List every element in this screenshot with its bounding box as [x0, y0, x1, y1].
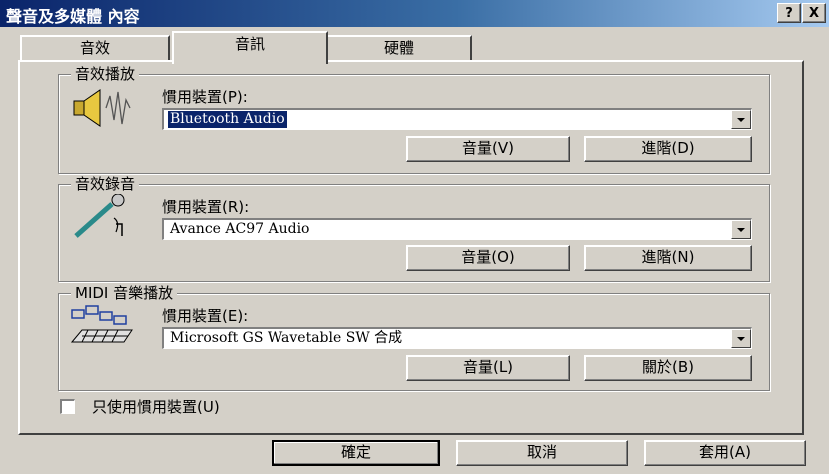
close-button[interactable]: X — [802, 3, 826, 23]
cancel-button[interactable]: 取消 — [456, 440, 628, 466]
recording-device-select[interactable]: Avance AC97 Audio — [162, 218, 752, 240]
window-title: 聲音及多媒體 內容 — [6, 7, 140, 26]
tab-sound-effects[interactable]: 音效 — [20, 35, 170, 60]
chevron-down-icon[interactable] — [731, 110, 751, 129]
recording-device-label: 慣用裝置(R): — [162, 198, 250, 216]
midi-playback-legend: MIDI 音樂播放 — [71, 284, 178, 302]
midi-device-label: 慣用裝置(E): — [162, 307, 249, 325]
midi-volume-button[interactable]: 音量(L) — [406, 355, 570, 381]
midi-keyboard-icon — [70, 305, 133, 343]
help-button[interactable]: ? — [777, 3, 801, 23]
use-preferred-only-checkbox[interactable] — [60, 399, 75, 414]
midi-device-value: Microsoft GS Wavetable SW 合成 — [170, 330, 403, 346]
playback-volume-button[interactable]: 音量(V) — [406, 136, 570, 162]
recording-advanced-button[interactable]: 進階(N) — [584, 245, 752, 271]
speaker-icon — [73, 89, 131, 127]
playback-device-value: Bluetooth Audio — [168, 111, 287, 128]
sound-playback-legend: 音效播放 — [71, 65, 140, 83]
chevron-down-icon[interactable] — [731, 329, 751, 348]
title-bar[interactable]: 聲音及多媒體 內容 ? X — [0, 0, 829, 27]
playback-device-label: 慣用裝置(P): — [162, 88, 248, 106]
midi-about-button[interactable]: 關於(B) — [584, 355, 752, 381]
playback-device-select[interactable]: Bluetooth Audio — [162, 108, 752, 130]
recording-device-value: Avance AC97 Audio — [170, 221, 310, 237]
microphone-icon — [74, 194, 125, 238]
ok-button[interactable]: 確定 — [272, 440, 440, 466]
tab-hardware[interactable]: 硬體 — [326, 35, 472, 60]
chevron-down-icon[interactable] — [731, 220, 751, 239]
apply-button[interactable]: 套用(A) — [644, 440, 806, 466]
tab-audio[interactable]: 音訊 — [172, 31, 328, 64]
midi-device-select[interactable]: Microsoft GS Wavetable SW 合成 — [162, 327, 752, 349]
use-preferred-only-label[interactable]: 只使用慣用裝置(U) — [92, 396, 220, 417]
sound-recording-legend: 音效錄音 — [71, 175, 140, 193]
playback-advanced-button[interactable]: 進階(D) — [584, 136, 752, 162]
recording-volume-button[interactable]: 音量(O) — [406, 245, 570, 271]
